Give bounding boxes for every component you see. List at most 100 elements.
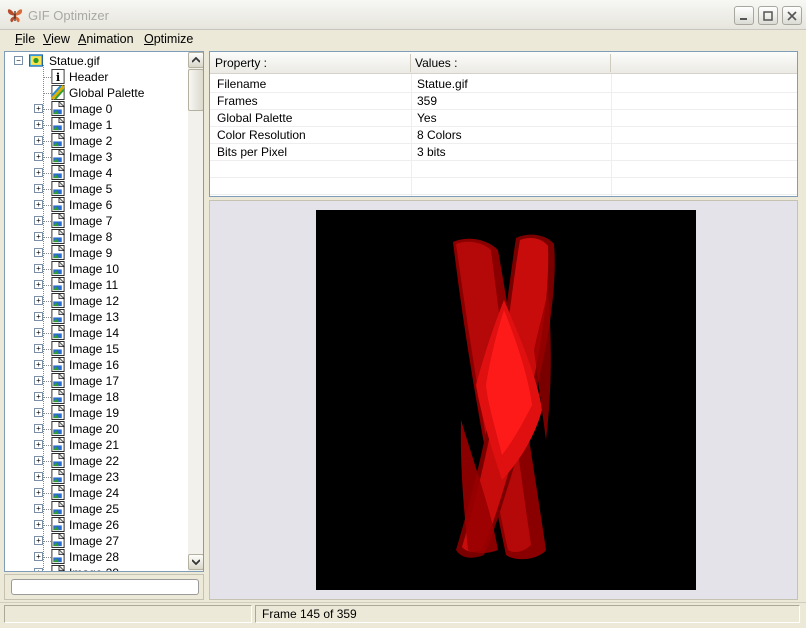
expand-icon[interactable]: + bbox=[34, 200, 43, 209]
tree-item-image[interactable]: + Image 4 bbox=[5, 165, 185, 181]
scroll-down-button[interactable] bbox=[188, 554, 203, 570]
expand-icon[interactable]: + bbox=[34, 424, 43, 433]
expand-icon[interactable]: + bbox=[34, 296, 43, 305]
tree-item-image[interactable]: + Image 0 bbox=[5, 101, 185, 117]
tree-item-image[interactable]: + Image 7 bbox=[5, 213, 185, 229]
tree-item-global-palette[interactable]: Global Palette bbox=[5, 85, 185, 101]
tree-connector-branch bbox=[43, 109, 51, 110]
property-row[interactable]: Frames 359 bbox=[210, 93, 797, 110]
image-frame-icon bbox=[51, 565, 65, 571]
close-button[interactable] bbox=[782, 6, 802, 25]
tree-item-image[interactable]: + Image 19 bbox=[5, 405, 185, 421]
tree-vertical-scrollbar[interactable] bbox=[188, 52, 203, 571]
tree-item-header[interactable]: i Header bbox=[5, 69, 185, 85]
maximize-button[interactable] bbox=[758, 6, 778, 25]
property-row[interactable] bbox=[210, 178, 797, 195]
property-row[interactable] bbox=[210, 161, 797, 178]
tree-item-image[interactable]: + Image 1 bbox=[5, 117, 185, 133]
tree-root[interactable]: − Statue.gif bbox=[5, 53, 185, 69]
progress-bar bbox=[11, 579, 199, 595]
tree-item-image[interactable]: + Image 13 bbox=[5, 309, 185, 325]
menu-animation[interactable]: Animation bbox=[78, 32, 134, 46]
image-frame-icon bbox=[51, 181, 65, 196]
expand-icon[interactable]: + bbox=[34, 184, 43, 193]
tree-item-image[interactable]: + Image 12 bbox=[5, 293, 185, 309]
expand-icon[interactable]: + bbox=[34, 472, 43, 481]
expand-icon[interactable]: + bbox=[34, 136, 43, 145]
expand-icon[interactable]: + bbox=[34, 360, 43, 369]
expand-icon[interactable]: + bbox=[34, 440, 43, 449]
tree-item-image[interactable]: + Image 18 bbox=[5, 389, 185, 405]
tree-item-image[interactable]: + Image 28 bbox=[5, 549, 185, 565]
menu-view[interactable]: View bbox=[43, 32, 70, 46]
expand-icon[interactable]: + bbox=[34, 328, 43, 337]
tree-item-image[interactable]: + Image 8 bbox=[5, 229, 185, 245]
tree-item-image[interactable]: + Image 21 bbox=[5, 437, 185, 453]
expand-icon[interactable]: + bbox=[34, 376, 43, 385]
tree-item-image[interactable]: + Image 24 bbox=[5, 485, 185, 501]
tree-item-image[interactable]: + Image 17 bbox=[5, 373, 185, 389]
tree-item-image-label: Image 0 bbox=[69, 102, 113, 116]
expand-icon[interactable]: + bbox=[34, 504, 43, 513]
expand-icon[interactable]: + bbox=[34, 248, 43, 257]
expand-icon[interactable]: + bbox=[34, 536, 43, 545]
expand-icon[interactable]: + bbox=[34, 568, 43, 571]
expand-icon[interactable]: + bbox=[34, 344, 43, 353]
tree-item-image[interactable]: + Image 26 bbox=[5, 517, 185, 533]
column-header-property[interactable]: Property : bbox=[215, 56, 267, 70]
tree-item-image[interactable]: + Image 20 bbox=[5, 421, 185, 437]
expand-icon[interactable]: + bbox=[34, 264, 43, 273]
tree-item-image[interactable]: + Image 15 bbox=[5, 341, 185, 357]
tree-item-image[interactable]: + Image 14 bbox=[5, 325, 185, 341]
expand-icon[interactable]: + bbox=[34, 488, 43, 497]
expand-icon[interactable]: + bbox=[34, 456, 43, 465]
tree-item-image[interactable]: + Image 11 bbox=[5, 277, 185, 293]
collapse-icon[interactable]: − bbox=[14, 56, 23, 65]
tree-item-image-label: Image 19 bbox=[69, 406, 120, 420]
tree-item-image[interactable]: + Image 16 bbox=[5, 357, 185, 373]
menu-optimize[interactable]: Optimize bbox=[144, 32, 193, 46]
tree-item-image-label: Image 9 bbox=[69, 246, 113, 260]
menu-file[interactable]: File bbox=[15, 32, 35, 46]
property-name: Filename bbox=[217, 77, 267, 91]
expand-icon[interactable]: + bbox=[34, 232, 43, 241]
column-separator[interactable] bbox=[410, 54, 411, 72]
property-row[interactable]: Global Palette Yes bbox=[210, 110, 797, 127]
tree-item-image[interactable]: + Image 10 bbox=[5, 261, 185, 277]
tree-item-image[interactable]: + Image 5 bbox=[5, 181, 185, 197]
expand-icon[interactable]: + bbox=[34, 520, 43, 529]
column-separator[interactable] bbox=[610, 54, 611, 72]
tree-item-image[interactable]: + Image 3 bbox=[5, 149, 185, 165]
expand-icon[interactable]: + bbox=[34, 408, 43, 417]
image-frame-icon bbox=[51, 293, 65, 308]
expand-icon[interactable]: + bbox=[34, 152, 43, 161]
tree-item-image[interactable]: + Image 2 bbox=[5, 133, 185, 149]
tree-item-image[interactable]: + Image 9 bbox=[5, 245, 185, 261]
minimize-button[interactable] bbox=[734, 6, 754, 25]
expand-icon[interactable]: + bbox=[34, 104, 43, 113]
property-row[interactable]: Bits per Pixel 3 bits bbox=[210, 144, 797, 161]
tree-item-image[interactable]: + Image 6 bbox=[5, 197, 185, 213]
property-value: 3 bits bbox=[417, 145, 446, 159]
expand-icon[interactable]: + bbox=[34, 120, 43, 129]
tree-item-image[interactable]: + Image 29 bbox=[5, 565, 185, 571]
scroll-thumb[interactable] bbox=[188, 69, 203, 111]
tree-item-image[interactable]: + Image 22 bbox=[5, 453, 185, 469]
scroll-up-button[interactable] bbox=[188, 52, 203, 68]
properties-list[interactable]: Property : Values : Filename Statue.gif Fr… bbox=[209, 51, 798, 197]
properties-header: Property : Values : bbox=[210, 52, 797, 74]
tree-connector-branch bbox=[43, 349, 51, 350]
tree-item-image[interactable]: + Image 25 bbox=[5, 501, 185, 517]
expand-icon[interactable]: + bbox=[34, 552, 43, 561]
expand-icon[interactable]: + bbox=[34, 168, 43, 177]
property-row[interactable]: Color Resolution 8 Colors bbox=[210, 127, 797, 144]
tree-item-image[interactable]: + Image 23 bbox=[5, 469, 185, 485]
expand-icon[interactable]: + bbox=[34, 392, 43, 401]
file-tree[interactable]: − Statue.gif i Header Global Palette + I… bbox=[4, 51, 204, 572]
expand-icon[interactable]: + bbox=[34, 216, 43, 225]
column-header-values[interactable]: Values : bbox=[415, 56, 457, 70]
expand-icon[interactable]: + bbox=[34, 312, 43, 321]
expand-icon[interactable]: + bbox=[34, 280, 43, 289]
property-row[interactable]: Filename Statue.gif bbox=[210, 76, 797, 93]
tree-item-image[interactable]: + Image 27 bbox=[5, 533, 185, 549]
